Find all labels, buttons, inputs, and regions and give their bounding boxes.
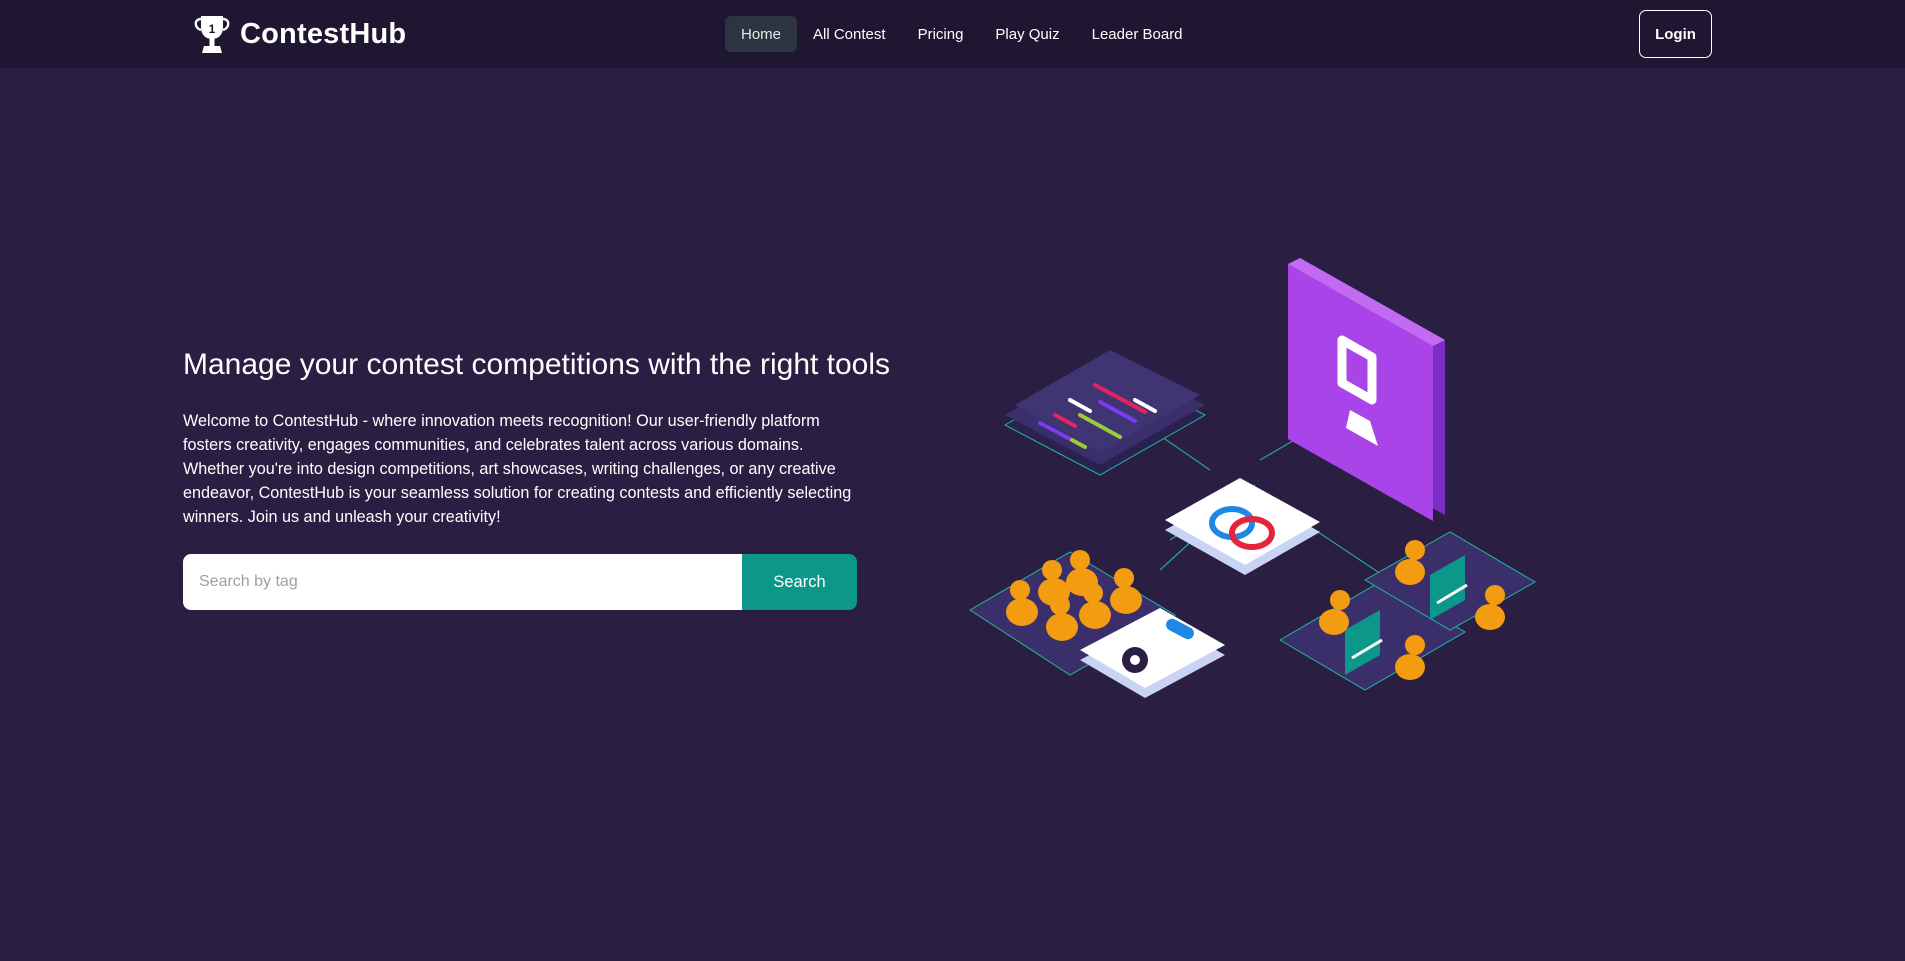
nav-play-quiz[interactable]: Play Quiz xyxy=(979,16,1075,52)
search-form: Search xyxy=(183,554,857,610)
brand-name: ContestHub xyxy=(240,17,407,50)
link-chip-icon xyxy=(1165,478,1320,575)
nav-pricing[interactable]: Pricing xyxy=(902,16,980,52)
hero-title: Manage your contest competitions with th… xyxy=(183,348,891,381)
navbar: 1 ContestHub Home All Contest Pricing Pl… xyxy=(0,0,1905,68)
main-nav: Home All Contest Pricing Play Quiz Leade… xyxy=(725,16,1199,52)
search-button[interactable]: Search xyxy=(742,554,857,610)
login-button[interactable]: Login xyxy=(1639,10,1712,58)
nav-all-contest[interactable]: All Contest xyxy=(797,16,902,52)
nav-leader-board[interactable]: Leader Board xyxy=(1076,16,1199,52)
nav-home[interactable]: Home xyxy=(725,16,798,52)
trophy-icon: 1 xyxy=(194,16,230,53)
team-platform-icon xyxy=(1279,531,1537,691)
hero-description: Welcome to ContestHub - where innovation… xyxy=(183,412,852,526)
crowd-platform-icon xyxy=(969,550,1225,698)
svg-text:1: 1 xyxy=(209,22,216,36)
search-input[interactable] xyxy=(183,554,742,610)
brand-logo-link[interactable]: 1 ContestHub xyxy=(192,13,406,55)
hero-illustration xyxy=(969,258,1537,698)
trophy-screen-icon xyxy=(1288,258,1445,521)
code-panel-icon xyxy=(1003,350,1207,476)
